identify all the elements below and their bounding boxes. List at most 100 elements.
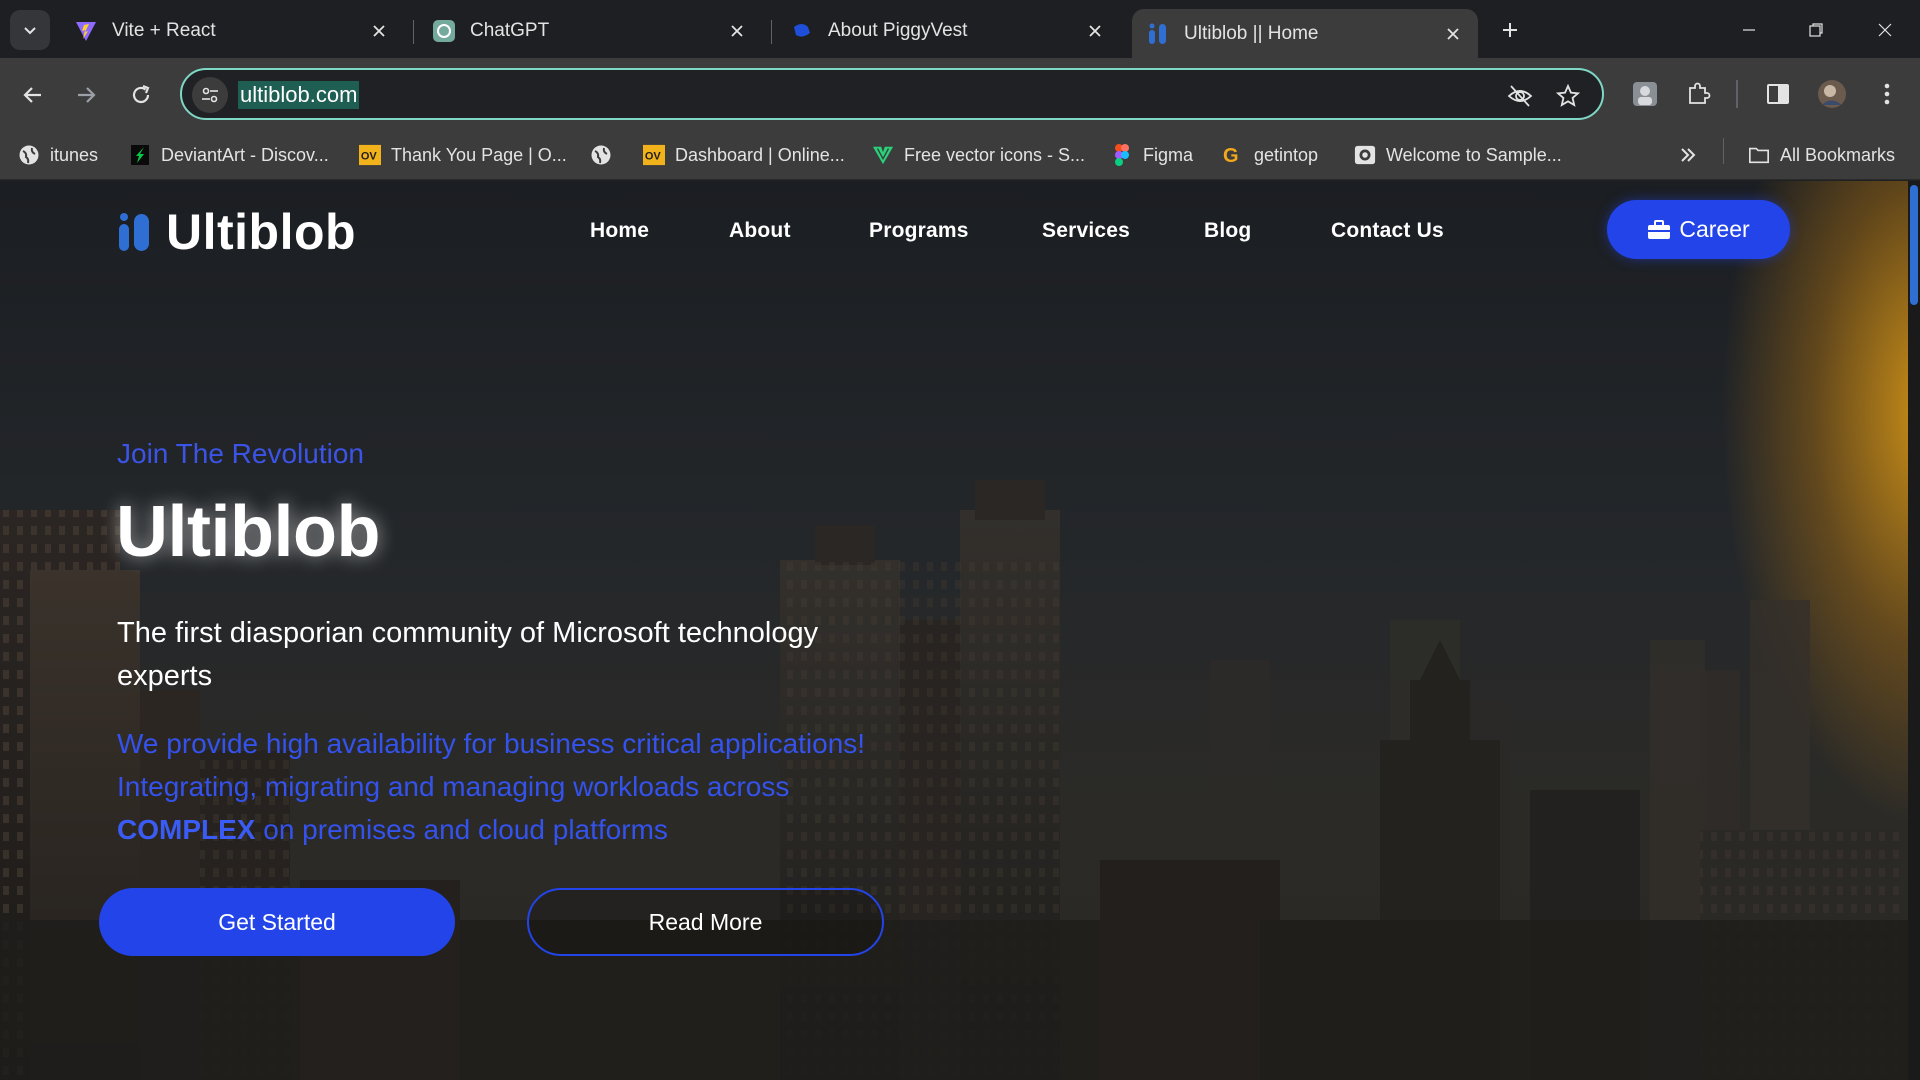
svg-text:OV: OV [361,151,378,163]
bookmark-getintop[interactable]: G getintop [1222,140,1318,170]
vite-icon [76,22,96,41]
tune-icon [202,87,218,103]
tab-chatgpt[interactable]: ChatGPT [418,9,762,53]
extension-avatar-icon[interactable] [1628,77,1662,111]
side-panel-icon[interactable] [1761,77,1795,111]
bookmarks-overflow-button[interactable] [1679,140,1697,170]
bookmark-free-vector-icons[interactable]: Free vector icons - S... [872,140,1085,170]
bookmark-label: Welcome to Sample... [1386,144,1562,165]
figma-icon [1111,144,1133,166]
hero-title: Ultiblob [116,492,380,572]
tab-vite-react[interactable]: Vite + React [60,9,404,53]
browser-tabstrip: Vite + React ChatGPT About PiggyVest Ult… [0,0,1920,58]
ultiblob-icon [1149,23,1166,44]
tab-title: ChatGPT [470,20,550,41]
toolbar-divider [1736,80,1738,108]
career-button[interactable]: Career [1607,200,1790,259]
bookmark-label: Free vector icons - S... [904,144,1086,165]
bookmark-deviantart[interactable]: DeviantArt - Discov... [129,140,329,170]
minimize-icon [1743,29,1755,31]
close-icon[interactable] [1084,20,1106,42]
restore-icon [1809,23,1823,37]
bookmark-star-icon[interactable] [1554,82,1582,110]
scrollbar-thumb[interactable] [1910,185,1918,305]
career-label: Career [1679,216,1750,242]
bookmark-label: getintop [1254,144,1319,165]
bookmark-label: Dashboard | Online... [675,144,845,165]
bookmark-dashboard[interactable]: OV Dashboard | Online... [643,140,845,170]
window-close-button[interactable] [1860,10,1910,50]
hero-desc-line: Integrating, migrating and managing work… [117,771,790,802]
globe-icon [18,144,40,166]
extensions-puzzle-icon[interactable] [1681,77,1715,111]
nav-home[interactable]: Home [590,219,649,243]
piggyvest-icon [794,24,810,37]
bookmark-label: itunes [50,144,99,165]
bookmarks-bar: itunes DeviantArt - Discov... OV Thank Y… [0,130,1920,180]
nav-programs[interactable]: Programs [869,219,969,243]
hero-description: We provide high availability for busines… [117,722,977,851]
all-bookmarks-button[interactable]: All Bookmarks [1748,140,1895,170]
url-text[interactable]: ultiblob.com [238,81,360,109]
site-info-button[interactable] [192,77,228,113]
hero-desc-emphasis: COMPLEX [117,814,256,845]
deviantart-icon [129,144,151,166]
tab-search-button[interactable] [10,10,50,50]
logo-text: Ultiblob [166,204,357,260]
hero-desc-line: We provide high availability for busines… [117,728,866,759]
address-bar[interactable]: ultiblob.com [180,68,1604,120]
page-viewport[interactable]: Ultiblob Home About Programs Services Bl… [0,181,1920,1080]
briefcase-icon [1648,219,1671,239]
close-icon[interactable] [368,20,390,42]
back-button[interactable] [13,75,53,115]
chevron-double-right-icon [1681,148,1696,162]
nav-services[interactable]: Services [1042,219,1130,243]
tab-divider [771,20,772,44]
bookmark-thank-you-page[interactable]: OV Thank You Page | O... [359,140,567,170]
browser-toolbar: ultiblob.com [0,58,1920,130]
close-icon[interactable] [1442,23,1464,45]
restore-button[interactable] [1791,10,1841,50]
chevron-down-icon [24,27,36,35]
chatgpt-icon [433,20,455,42]
ov-icon: OV [643,144,665,166]
hero-kicker: Join The Revolution [117,438,364,469]
nav-about[interactable]: About [729,219,791,243]
bookmark-welcome-sample[interactable]: Welcome to Sample... [1354,140,1562,170]
tab-ultiblob-home[interactable]: Ultiblob || Home [1132,9,1478,58]
folder-icon [1748,144,1770,166]
close-icon[interactable] [726,20,748,42]
svg-text:OV: OV [645,151,662,163]
tab-title: Ultiblob || Home [1184,22,1319,44]
forward-button[interactable] [66,75,106,115]
bookmark-label: Thank You Page | O... [391,144,567,165]
profile-avatar[interactable] [1815,77,1849,111]
bookmark-figma[interactable]: Figma [1111,140,1193,170]
svg-text:G: G [1223,145,1239,166]
eye-off-icon[interactable] [1506,82,1534,110]
read-more-button[interactable]: Read More [527,888,884,956]
bookmark-itunes[interactable]: itunes [18,140,98,170]
get-started-button[interactable]: Get Started [99,888,455,956]
new-tab-button[interactable] [1494,14,1526,46]
globe-icon [590,144,612,166]
all-bookmarks-label: All Bookmarks [1780,144,1896,165]
nav-blog[interactable]: Blog [1204,219,1251,243]
page-scrollbar[interactable] [1908,181,1920,1080]
hero-subtitle: The first diasporian community of Micros… [117,617,819,692]
hero-desc-line: COMPLEX on premises and cloud platforms [117,808,977,851]
plus-icon [1503,23,1517,37]
reload-icon [132,84,150,104]
bookmarks-divider [1723,138,1724,164]
arrow-right-icon [78,87,96,103]
nav-contact-us[interactable]: Contact Us [1331,219,1444,243]
more-menu-icon[interactable] [1870,77,1904,111]
ultiblob-logo-icon [119,213,149,251]
tab-divider [413,20,414,44]
g-icon: G [1222,144,1244,166]
site-logo[interactable]: Ultiblob [118,203,356,261]
reload-button[interactable] [121,75,161,115]
minimize-button[interactable] [1724,10,1774,50]
tab-piggyvest[interactable]: About PiggyVest [776,9,1120,53]
bookmark-globe[interactable] [590,140,622,170]
